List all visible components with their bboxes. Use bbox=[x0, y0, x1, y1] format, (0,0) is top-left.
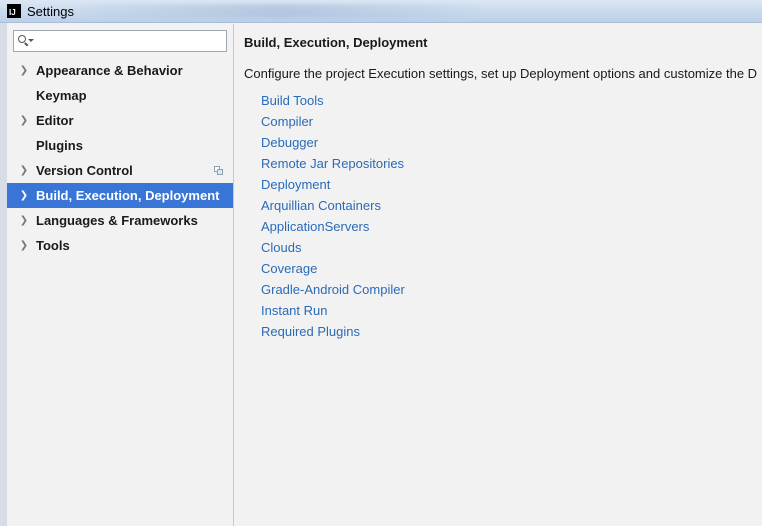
sidebar-item-appearance-behavior[interactable]: ❯ Appearance & Behavior bbox=[7, 58, 233, 83]
intellij-icon: IJ bbox=[7, 4, 21, 18]
page-title: Build, Execution, Deployment bbox=[244, 35, 428, 50]
sidebar-item-version-control[interactable]: ❯ Version Control bbox=[7, 158, 233, 183]
link-instant-run[interactable]: Instant Run bbox=[261, 302, 405, 323]
settings-sidebar: ❯ Appearance & Behavior Keymap ❯ Editor … bbox=[7, 24, 234, 526]
window-edge bbox=[0, 23, 7, 526]
search-icon[interactable] bbox=[17, 34, 34, 48]
link-gradle-android-compiler[interactable]: Gradle-Android Compiler bbox=[261, 281, 405, 302]
sidebar-item-label: Plugins bbox=[36, 138, 83, 153]
sidebar-item-label: Build, Execution, Deployment bbox=[36, 188, 220, 203]
sidebar-item-build-execution-deployment[interactable]: ❯ Build, Execution, Deployment bbox=[7, 183, 233, 208]
search-box[interactable] bbox=[13, 30, 227, 52]
sidebar-item-editor[interactable]: ❯ Editor bbox=[7, 108, 233, 133]
project-settings-icon bbox=[214, 166, 223, 175]
chevron-right-icon[interactable]: ❯ bbox=[18, 65, 30, 77]
chevron-right-icon[interactable]: ❯ bbox=[18, 165, 30, 177]
settings-tree: ❯ Appearance & Behavior Keymap ❯ Editor … bbox=[7, 58, 233, 258]
link-required-plugins[interactable]: Required Plugins bbox=[261, 323, 405, 344]
sidebar-item-label: Version Control bbox=[36, 163, 133, 178]
link-deployment[interactable]: Deployment bbox=[261, 176, 405, 197]
sidebar-item-label: Editor bbox=[36, 113, 74, 128]
blurred-title-region bbox=[80, 4, 480, 18]
link-compiler[interactable]: Compiler bbox=[261, 113, 405, 134]
sidebar-item-label: Appearance & Behavior bbox=[36, 63, 183, 78]
link-build-tools[interactable]: Build Tools bbox=[261, 92, 405, 113]
sidebar-item-label: Keymap bbox=[36, 88, 87, 103]
subsection-links: Build Tools Compiler Debugger Remote Jar… bbox=[261, 92, 405, 344]
chevron-right-icon[interactable]: ❯ bbox=[18, 215, 30, 227]
sidebar-item-keymap[interactable]: Keymap bbox=[7, 83, 233, 108]
title-bar: IJ Settings bbox=[0, 0, 762, 23]
sidebar-item-label: Languages & Frameworks bbox=[36, 213, 198, 228]
settings-content: Build, Execution, Deployment Configure t… bbox=[234, 24, 762, 526]
link-coverage[interactable]: Coverage bbox=[261, 260, 405, 281]
sidebar-item-languages-frameworks[interactable]: ❯ Languages & Frameworks bbox=[7, 208, 233, 233]
sidebar-item-plugins[interactable]: Plugins bbox=[7, 133, 233, 158]
link-remote-jar-repositories[interactable]: Remote Jar Repositories bbox=[261, 155, 405, 176]
link-debugger[interactable]: Debugger bbox=[261, 134, 405, 155]
window-title: Settings bbox=[27, 3, 74, 19]
link-arquillian-containers[interactable]: Arquillian Containers bbox=[261, 197, 405, 218]
chevron-right-icon[interactable]: ❯ bbox=[18, 240, 30, 252]
sidebar-item-tools[interactable]: ❯ Tools bbox=[7, 233, 233, 258]
link-application-servers[interactable]: ApplicationServers bbox=[261, 218, 405, 239]
link-clouds[interactable]: Clouds bbox=[261, 239, 405, 260]
chevron-right-icon[interactable]: ❯ bbox=[18, 190, 30, 202]
sidebar-item-label: Tools bbox=[36, 238, 70, 253]
page-description: Configure the project Execution settings… bbox=[244, 66, 758, 81]
chevron-right-icon[interactable]: ❯ bbox=[18, 115, 30, 127]
search-input[interactable] bbox=[35, 32, 226, 50]
